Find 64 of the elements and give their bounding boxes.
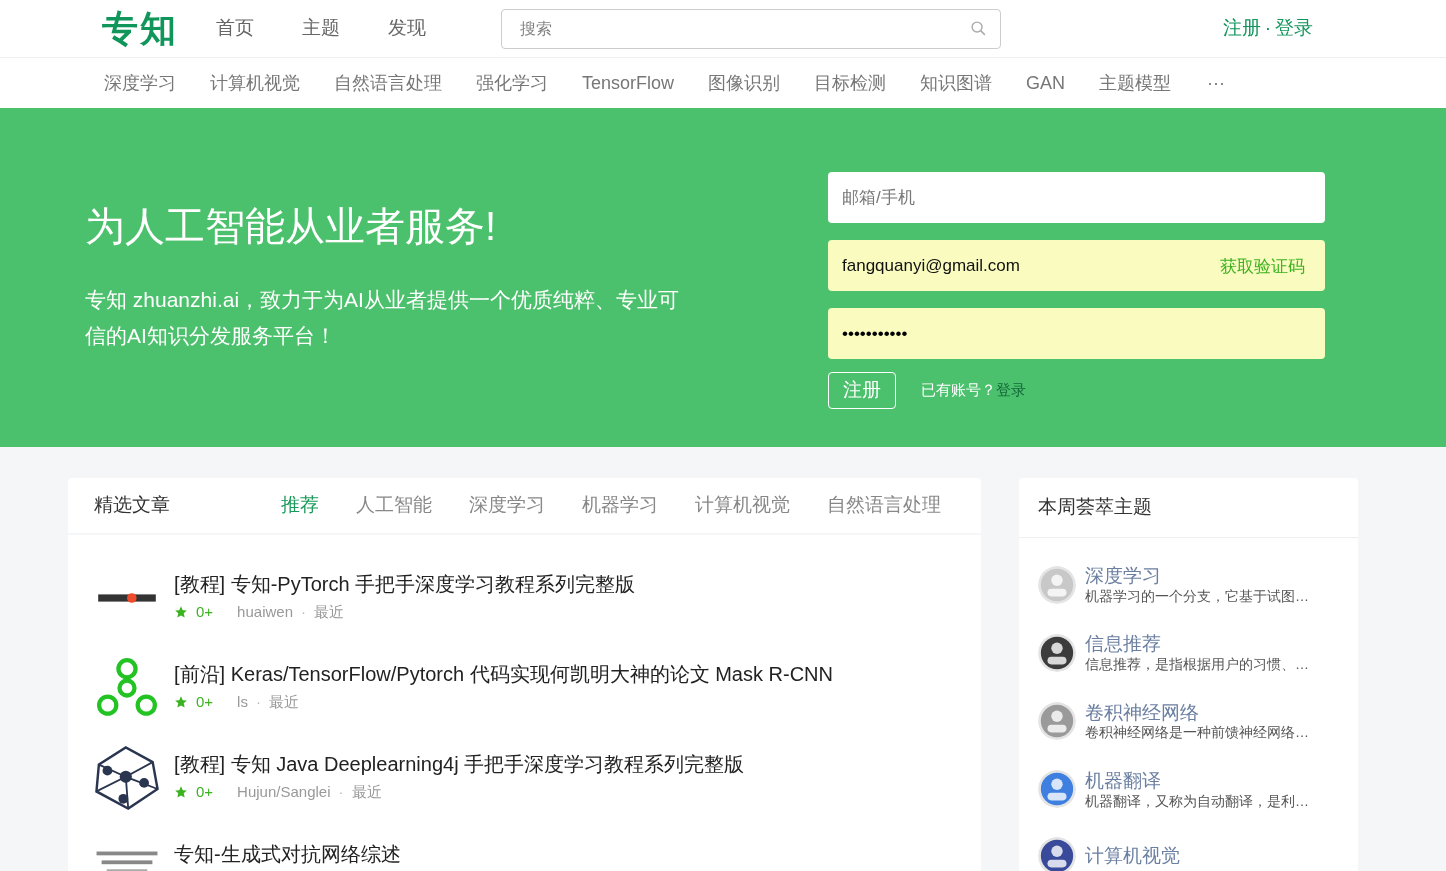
category-link[interactable]: GAN	[1026, 69, 1066, 97]
category-link[interactable]: 深度学习	[104, 69, 176, 97]
more-link[interactable]: ···	[1207, 69, 1226, 97]
hero-title: 为人工智能从业者服务!	[85, 206, 498, 246]
article-title[interactable]: [前沿] Keras/TensorFlow/Pytorch 代码实现何凯明大神的论文 Mask R-CNN	[174, 661, 833, 687]
nav-link[interactable]: 首页	[215, 14, 254, 43]
login-link[interactable]: 登录	[1275, 14, 1313, 43]
topic-description: 信息推荐，是指根据用户的习惯、…	[1085, 656, 1309, 674]
topic-description: 卷积神经网络是一种前馈神经网络…	[1085, 724, 1309, 742]
topic-description: 机器翻译，又称为自动翻译，是利…	[1085, 792, 1309, 810]
category-link[interactable]: 知识图谱	[920, 69, 993, 97]
category-link[interactable]: TensorFlow	[582, 69, 675, 97]
hero-subtitle: 专知 zhuanzhi.ai，致力于为AI从业者提供一个优质纯粹、专业可信的AI知识分发服务平台！	[85, 287, 680, 349]
article-tab[interactable]: 深度学习	[469, 491, 545, 520]
topic-name[interactable]: 计算机视觉	[1085, 844, 1180, 868]
article-time: 最近	[351, 782, 382, 802]
category-link[interactable]: 目标检测	[814, 69, 887, 97]
separator: ·	[338, 782, 344, 802]
category-link[interactable]: 图像识别	[708, 69, 781, 97]
articles-title: 精选文章	[94, 493, 170, 518]
article-tab[interactable]: 推荐	[281, 491, 319, 520]
author-link[interactable]: ls	[237, 691, 248, 714]
article-tab[interactable]: 机器学习	[582, 491, 658, 520]
separator: ·	[301, 602, 306, 622]
topic-name[interactable]: 深度学习	[1085, 564, 1309, 588]
nav-link[interactable]: 主题	[301, 14, 340, 43]
account-hint: 已有账号？	[921, 380, 996, 401]
star-icon	[174, 785, 188, 800]
score: 0+	[196, 692, 214, 712]
star-icon	[174, 695, 188, 710]
article-tab[interactable]: 计算机视觉	[695, 491, 790, 520]
logo[interactable]: 专知	[102, 10, 178, 47]
login-link[interactable]: 登录	[996, 379, 1026, 402]
register-link[interactable]: 注册	[1222, 14, 1261, 43]
article-title[interactable]: [教程] 专知 Java Deeplearning4j 手把手深度学习教程系列完整版	[174, 751, 745, 777]
article-title[interactable]: 专知-生成式对抗网络综述	[174, 841, 401, 867]
account-field[interactable]: 邮箱/手机	[828, 172, 1325, 223]
category-link[interactable]: 计算机视觉	[210, 69, 300, 97]
score: 0+	[196, 782, 214, 802]
article-time: 最近	[314, 602, 344, 622]
get-code-button[interactable]: 获取验证码	[1220, 254, 1305, 280]
category-link[interactable]: 强化学习	[476, 69, 548, 97]
register-button[interactable]: 注册	[828, 372, 896, 409]
separator: ·	[255, 692, 261, 712]
topics-title: 本周荟萃主题	[1038, 495, 1152, 520]
article-time: 最近	[268, 692, 299, 712]
author-link[interactable]: huaiwen	[237, 601, 293, 624]
search-field[interactable]: 搜索	[500, 8, 1001, 49]
star-icon	[174, 605, 188, 620]
author-link[interactable]: Hujun/Sanglei	[237, 781, 331, 804]
separator: ·	[1264, 16, 1271, 41]
topic-name[interactable]: 机器翻译	[1085, 768, 1309, 793]
article-title[interactable]: [教程] 专知-PyTorch 手把手深度学习教程系列完整版	[174, 571, 636, 597]
article-tab[interactable]: 人工智能	[356, 491, 432, 520]
nav-link[interactable]: 发现	[387, 14, 426, 43]
topic-name[interactable]: 信息推荐	[1085, 632, 1309, 656]
topic-description: 机器学习的一个分支，它基于试图…	[1085, 587, 1309, 606]
password-field[interactable]: •••••••••••	[828, 308, 1325, 359]
category-link[interactable]: 主题模型	[1099, 69, 1172, 97]
topic-name[interactable]: 卷积神经网络	[1085, 700, 1309, 725]
score: 0+	[196, 602, 214, 622]
category-link[interactable]: 自然语言处理	[334, 69, 442, 97]
article-tab[interactable]: 自然语言处理	[827, 491, 941, 520]
search-icon	[969, 19, 987, 37]
